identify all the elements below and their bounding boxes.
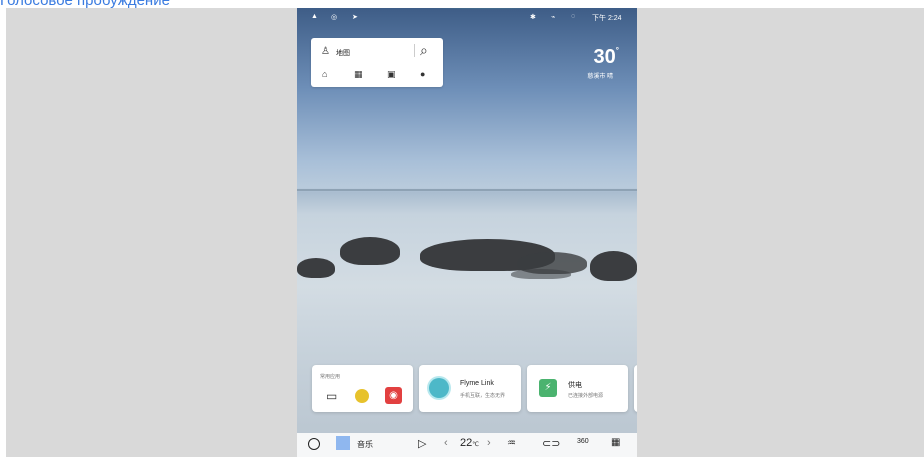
bottom-dock: 音乐 ▷ ‹ 22℃ › ♒ ⊂⊃ 360 ▦ [297,433,637,457]
home-button-icon[interactable] [308,438,320,450]
record-icon: ◎ [331,14,338,21]
status-bar: ▲ ◎ ➤ ✱ ⌁ ◌ 下午 2:24 [297,8,637,28]
card-subtitle: 已连接外部电源 [568,393,604,399]
temperature-up-icon[interactable]: › [487,437,491,449]
settings-icon[interactable]: ● [420,69,425,79]
temperature-unit: ℃ [472,442,479,448]
office-icon[interactable]: ▦ [354,69,363,80]
navigation-arrow-icon: ➤ [352,14,358,21]
temperature-number: 22 [460,437,473,449]
home-icon[interactable]: ⌂ [322,69,327,79]
sea-horizon [297,189,637,191]
flyme-link-icon [429,378,449,398]
card-subtitle: 手机互联，生态无界 [460,393,506,399]
weather-city: 慈溪市 晴 [587,74,613,80]
car-launcher-screen: ▲ ◎ ➤ ✱ ⌁ ◌ 下午 2:24 ♙ 地图 ⌕ ⌂ ▦ ▣ ● 30° 慈… [297,8,637,457]
car-icon[interactable]: ▭ [326,389,337,403]
search-icon[interactable]: ⌕ [420,42,428,59]
bluetooth-icon: ✱ [530,14,536,21]
favorite-folder-icon[interactable]: ▣ [387,69,396,80]
app-grid-icon[interactable]: ▦ [611,437,620,448]
signal-icon: ⌁ [551,14,556,21]
divider [414,44,415,57]
temperature-unit: ° [615,46,619,55]
temperature-down-icon[interactable]: ‹ [444,437,448,449]
rock [297,258,335,278]
lightning-icon: ⚡ [539,379,557,397]
power-card[interactable]: ⚡ 供电 已连接外部电源 [527,365,628,412]
camera-360-button[interactable]: 360 [577,438,589,445]
rock [511,269,571,279]
common-apps-card[interactable]: 常用应用 ▭ ◉ [312,365,413,412]
next-card[interactable] [634,365,637,412]
map-pin-icon: ♙ [321,46,330,57]
flyme-link-card[interactable]: Flyme Link 手机互联，生态无界 [419,365,521,412]
music-app-icon[interactable]: ◉ [385,387,402,404]
lemon-app-icon[interactable] [355,389,369,403]
location-icon: ◌ [571,13,576,20]
car-control-icon[interactable]: ⊂⊃ [542,437,560,450]
cabin-temperature: 22℃ [460,437,479,449]
map-label[interactable]: 地图 [336,48,350,58]
rock [340,237,400,265]
status-time: 下午 2:24 [592,15,622,22]
card-title: Flyme Link [460,380,494,387]
voice-wakeup-link[interactable]: Голосовое пробуждение [0,0,170,9]
music-label[interactable]: 音乐 [357,439,373,450]
card-title: 常用应用 [320,374,341,380]
defrost-icon[interactable]: ♒ [507,438,516,449]
weather-temperature[interactable]: 30° [594,46,619,69]
card-title: 供电 [568,382,582,389]
temperature-value: 30 [593,46,616,68]
play-icon[interactable]: ▷ [418,437,426,450]
rock [590,251,637,281]
person-icon: ▲ [311,13,318,20]
map-search-card[interactable]: ♙ 地图 ⌕ ⌂ ▦ ▣ ● [311,38,443,87]
music-note-icon[interactable] [336,436,350,450]
